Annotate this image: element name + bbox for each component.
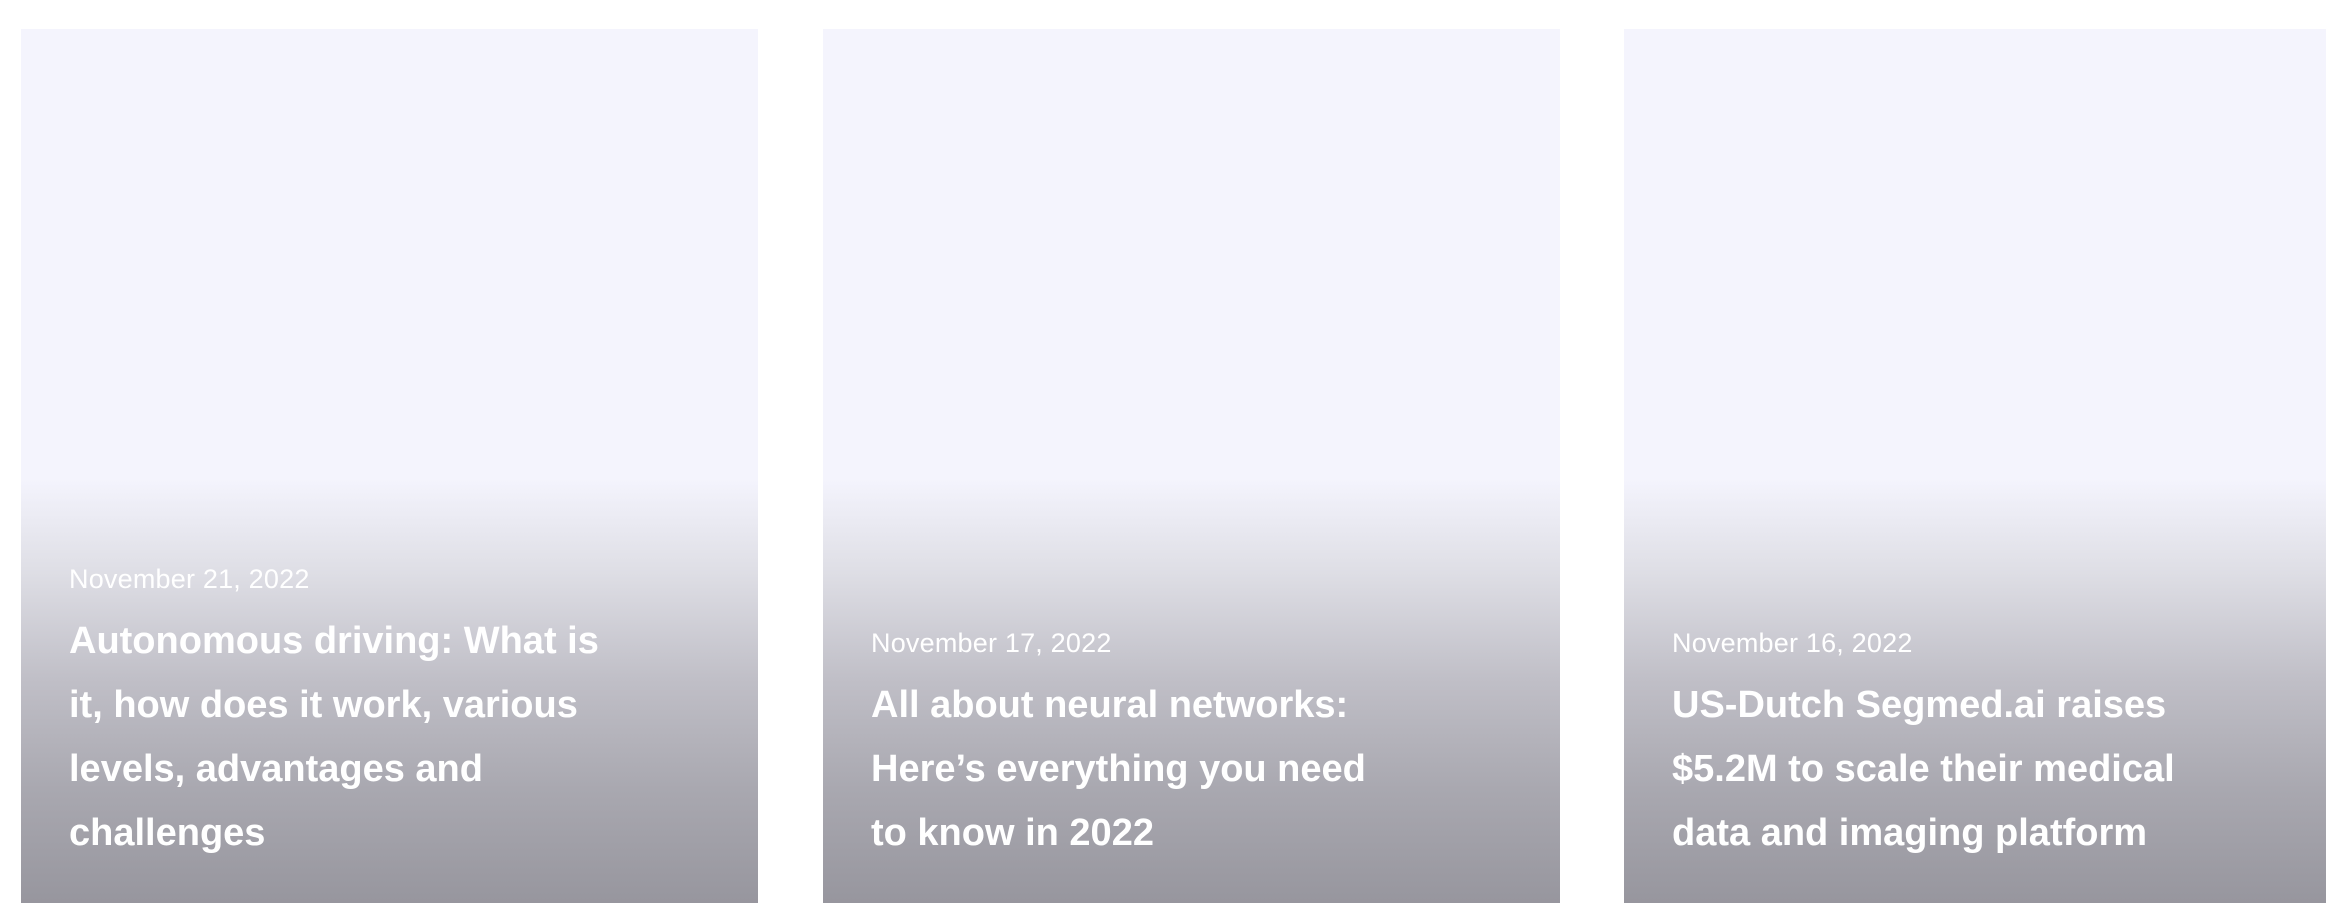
article-card[interactable]: November 17, 2022 All about neural netwo… [823,29,1560,903]
article-card-text: November 17, 2022 All about neural netwo… [871,625,1411,865]
article-card[interactable]: November 21, 2022 Autonomous driving: Wh… [21,29,758,903]
article-card-text: November 16, 2022 US-Dutch Segmed.ai rai… [1672,625,2212,865]
article-date: November 16, 2022 [1672,628,1913,658]
article-card-list: November 21, 2022 Autonomous driving: Wh… [0,0,2326,903]
article-title[interactable]: All about neural networks: Here’s everyt… [871,673,1411,865]
article-card[interactable]: November 16, 2022 US-Dutch Segmed.ai rai… [1624,29,2326,903]
article-date: November 21, 2022 [69,564,310,594]
article-title[interactable]: Autonomous driving: What is it, how does… [69,609,609,865]
article-date: November 17, 2022 [871,628,1112,658]
article-card-text: November 21, 2022 Autonomous driving: Wh… [69,561,609,865]
article-title[interactable]: US-Dutch Segmed.ai raises $5.2M to scale… [1672,673,2212,865]
